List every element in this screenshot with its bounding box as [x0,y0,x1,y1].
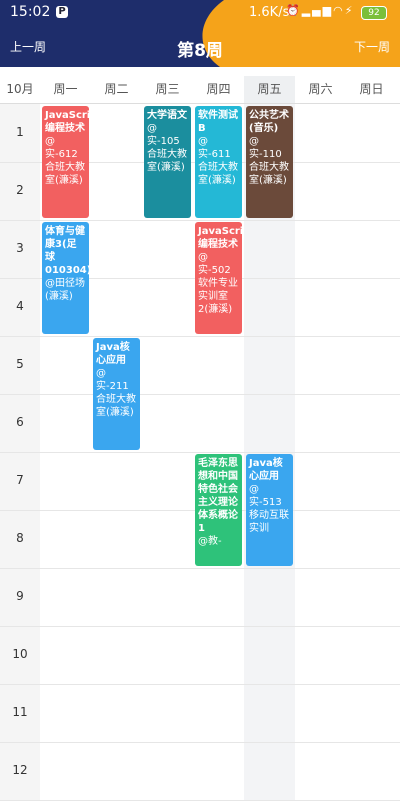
alarm-icon: ⏰ [286,4,302,17]
signal-icon: ▂▄▆ [301,4,334,17]
row-divider [0,742,400,743]
period-number: 8 [16,531,24,545]
course-title: 毛泽东思想和中国特色社会主义理论体系概论1 [198,458,238,534]
course-title: 体育与健康3(足球010304) [45,226,89,276]
row-divider [0,336,400,337]
row-divider [0,684,400,685]
course-title: 大学语文 [147,110,187,121]
day-sat: 周六 [308,82,333,96]
course-location: @实-211 合班大教室(濂溪) [96,368,136,418]
period-number: 10 [12,647,28,661]
course-title: JavaScript编程技术 [45,110,89,134]
week-title: 第8周 [177,41,223,61]
course-location: @田径场(濂溪) [45,278,85,302]
course-card[interactable]: 软件测试B @实-611 合班大教室(濂溪) [195,106,242,218]
period-number: 5 [16,357,24,371]
period-number: 11 [12,705,28,719]
app-notification-icon: P [56,6,68,18]
course-card[interactable]: JavaScript编程技术@实-502 软件专业实训室2(濂溪) [195,222,242,334]
day-sun: 周日 [359,82,384,96]
row-divider [0,626,400,627]
charging-icon: ⚡ [344,4,355,17]
course-title: 公共艺术(音乐) [249,110,289,134]
day-mon: 周一 [53,82,78,96]
course-card[interactable]: Java核心应用 @实-211 合班大教室(濂溪) [93,338,140,450]
course-location: @实-105 合班大教室(濂溪) [147,123,187,173]
period-number: 2 [16,183,24,197]
course-card[interactable]: 毛泽东思想和中国特色社会主义理论体系概论1 @教- [195,454,242,566]
period-number: 6 [16,415,24,429]
status-icons: ⏰▂▄▆◠⚡ [286,4,354,17]
period-number: 1 [16,125,24,139]
course-card[interactable]: 大学语文 @实-105 合班大教室(濂溪) [144,106,191,218]
next-week-button[interactable]: 下一周 [354,38,390,55]
course-card[interactable]: 公共艺术(音乐) @实-110 合班大教室(濂溪) [246,106,293,218]
row-divider [0,394,400,395]
wifi-icon: ◠ [333,4,345,17]
course-title: 软件测试B [198,110,238,134]
day-fri: 周五 [244,76,295,103]
day-thu: 周四 [206,82,231,96]
timetable-grid: 123456789101112 JavaScript编程技术@实-612 合班大… [0,104,400,801]
row-divider [0,568,400,569]
course-card[interactable]: 体育与健康3(足球010304) @田径场(濂溪) [42,222,89,334]
period-number: 4 [16,299,24,313]
course-title: JavaScript编程技术 [198,226,242,250]
course-card[interactable]: Java核心应用 @实-513 移动互联实训 [246,454,293,566]
month-label: 10月 [6,82,34,96]
period-number: 7 [16,473,24,487]
course-title: Java核心应用 [249,458,283,482]
course-location: @实-110 合班大教室(濂溪) [249,136,289,186]
course-card[interactable]: JavaScript编程技术@实-612 合班大教室(濂溪) [42,106,89,218]
day-tue: 周二 [104,82,129,96]
row-divider [0,452,400,453]
network-speed: 1.6K/s [249,5,290,20]
course-location: @教- [198,536,222,547]
status-bar: 15:02 P 1.6K/s ⏰▂▄▆◠⚡ 92 [0,0,400,24]
course-location: @实-502 软件专业实训室2(濂溪) [198,252,238,315]
app-header: 15:02 P 1.6K/s ⏰▂▄▆◠⚡ 92 上一周 第8周 下一周 [0,0,400,67]
weekday-header: 10月 周一 周二 周三 周四 周五 周六 周日 [0,76,400,104]
period-number: 3 [16,241,24,255]
battery-icon: 92 [361,6,387,20]
course-title: Java核心应用 [96,342,130,366]
course-location: @实-611 合班大教室(濂溪) [198,136,238,186]
row-divider [0,220,400,221]
course-location: @实-612 合班大教室(濂溪) [45,136,85,186]
day-wed: 周三 [155,82,180,96]
course-location: @实-513 移动互联实训 [249,484,289,534]
period-number: 12 [12,763,28,777]
status-time: 15:02 [10,4,51,20]
period-number: 9 [16,589,24,603]
